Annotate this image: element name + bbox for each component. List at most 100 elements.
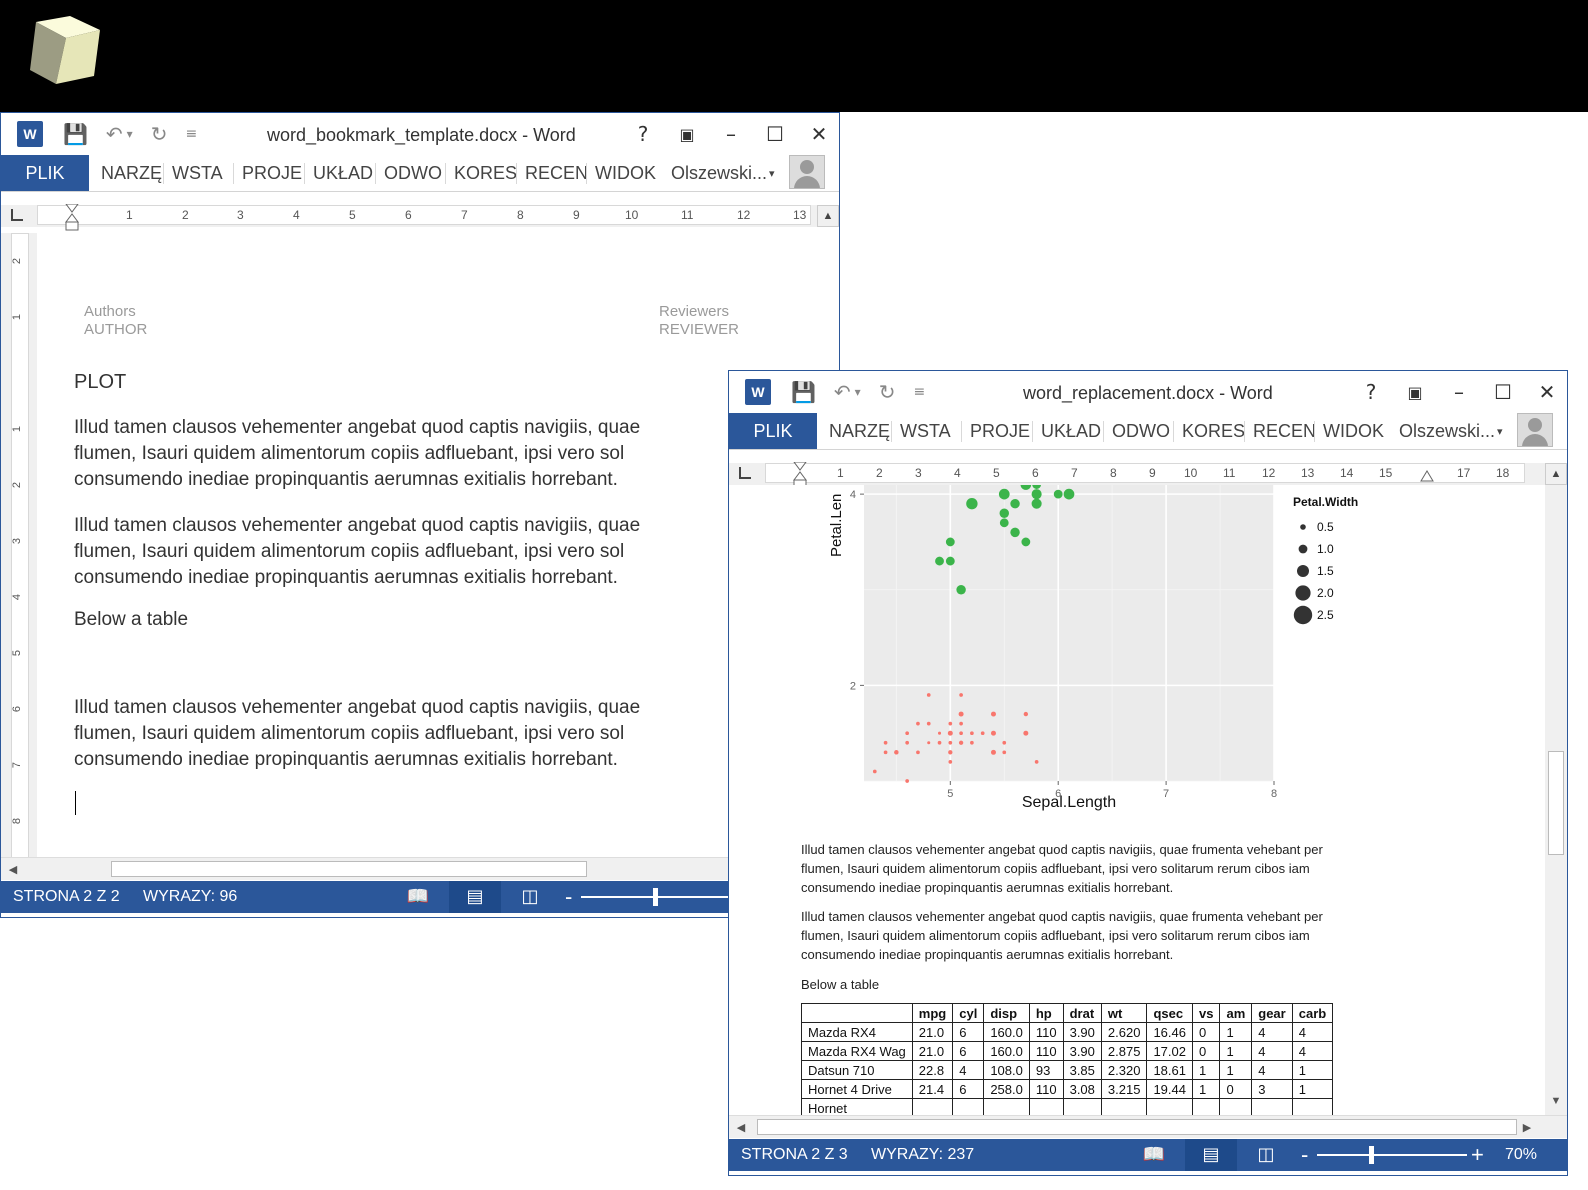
table-header-row: mpg cyl disp hp drat wt qsec vs am gear carb — [801, 1003, 1334, 1023]
zoom-slider[interactable] — [1317, 1154, 1467, 1156]
avatar[interactable] — [789, 155, 825, 189]
undo-dropdown-icon[interactable]: ▾ — [127, 127, 133, 141]
zoom-out-button[interactable]: - — [1301, 1142, 1308, 1168]
tab-recenzja[interactable]: RECEN — [516, 163, 588, 184]
table-cell — [1146, 1098, 1193, 1115]
minimize-icon[interactable]: – — [1437, 377, 1481, 407]
save-icon[interactable]: 💾 — [791, 380, 816, 404]
table-cell: 1 — [1291, 1060, 1334, 1080]
ruler-number: 8 — [517, 208, 524, 222]
scroll-down-icon[interactable]: ▼ — [1548, 1093, 1564, 1109]
zoom-level[interactable]: 70% — [1505, 1146, 1537, 1164]
read-mode-icon[interactable]: 📖 — [407, 886, 429, 907]
tab-odwolania[interactable]: ODWO — [1103, 421, 1170, 442]
table-cell: Mazda RX4 — [801, 1022, 913, 1042]
print-layout-button[interactable]: ▤ — [449, 881, 501, 913]
read-mode-icon[interactable]: 📖 — [1143, 1144, 1165, 1165]
web-layout-icon[interactable]: ◫ — [519, 886, 541, 907]
tab-korespondencja[interactable]: KORES — [1173, 421, 1245, 442]
ruler-number: 10 — [625, 208, 639, 222]
maximize-icon[interactable]: ☐ — [753, 119, 797, 149]
redo-icon[interactable]: ↻ — [151, 122, 168, 146]
tab-file[interactable]: PLIK — [729, 413, 817, 449]
help-icon[interactable]: ? — [621, 119, 665, 149]
tab-widok[interactable]: WIDOK — [1314, 421, 1384, 442]
tab-file[interactable]: PLIK — [1, 155, 89, 191]
tab-widok[interactable]: WIDOK — [586, 163, 656, 184]
scroll-left-icon[interactable]: ◀ — [733, 1119, 749, 1135]
user-name[interactable]: Olszewski... — [1399, 421, 1495, 442]
indent-marker-icon[interactable] — [64, 204, 80, 232]
document-page[interactable]: Authors AUTHOR Reviewers REVIEWER PLOT I… — [41, 231, 817, 865]
horizontal-ruler-bar: 1 2 3 4 5 6 7 8 9 10 11 12 13 — [1, 204, 839, 231]
tab-selector-icon[interactable] — [11, 209, 23, 221]
avatar[interactable] — [1517, 413, 1553, 447]
user-dropdown-icon[interactable]: ▾ — [1497, 425, 1503, 438]
help-icon[interactable]: ? — [1349, 377, 1393, 407]
zoom-slider-thumb[interactable] — [1369, 1146, 1374, 1164]
document-page[interactable]: Petal.Len Sepal.Length 5678 24 Petal.Wid… — [729, 485, 1545, 1115]
tab-recenzja[interactable]: RECEN — [1244, 421, 1316, 442]
tab-projektowanie[interactable]: PROJE — [961, 421, 1030, 442]
tab-korespondencja[interactable]: KORES — [445, 163, 517, 184]
scroll-thumb[interactable] — [757, 1119, 1517, 1135]
tab-narzedzia[interactable]: NARZĘ — [829, 421, 890, 442]
user-name[interactable]: Olszewski... — [671, 163, 767, 184]
ribbon-display-options-icon[interactable]: ▣ — [665, 119, 709, 149]
legend-key — [1297, 565, 1309, 577]
close-icon[interactable]: ✕ — [1525, 377, 1567, 407]
table-cell — [952, 1098, 985, 1115]
minimize-icon[interactable]: – — [709, 119, 753, 149]
ruler-number: 8 — [1110, 466, 1117, 480]
maximize-icon[interactable]: ☐ — [1481, 377, 1525, 407]
print-layout-button[interactable]: ▤ — [1185, 1139, 1237, 1171]
tab-uklad[interactable]: UKŁAD — [1032, 421, 1101, 442]
vertical-ruler[interactable]: 2 1 1 2 3 4 5 6 7 8 — [1, 233, 37, 863]
undo-icon[interactable]: ↶ — [106, 122, 123, 146]
table-cell — [1219, 1098, 1253, 1115]
word-count[interactable]: WYRAZY: 237 — [871, 1146, 974, 1164]
page-count[interactable]: STRONA 2 Z 2 — [13, 888, 120, 906]
undo-dropdown-icon[interactable]: ▾ — [855, 385, 861, 399]
table-cell: 3.90 — [1062, 1022, 1102, 1042]
horizontal-ruler[interactable]: 1 2 3 4 5 6 7 8 9 10 11 12 13 14 15 17 1… — [765, 462, 1525, 489]
redo-icon[interactable]: ↻ — [879, 380, 896, 404]
ribbon-display-options-icon[interactable]: ▣ — [1393, 377, 1437, 407]
scroll-right-icon[interactable]: ▶ — [1519, 1119, 1535, 1135]
tab-projektowanie[interactable]: PROJE — [233, 163, 302, 184]
user-dropdown-icon[interactable]: ▾ — [769, 167, 775, 180]
horizontal-ruler[interactable]: 1 2 3 4 5 6 7 8 9 10 11 12 13 — [37, 204, 811, 231]
close-icon[interactable]: ✕ — [797, 119, 839, 149]
data-point — [959, 731, 963, 736]
web-layout-icon[interactable]: ◫ — [1255, 1144, 1277, 1165]
tab-selector-icon[interactable] — [739, 467, 751, 479]
ruler-number: 7 — [1071, 466, 1078, 480]
table-cell: 3.215 — [1100, 1079, 1148, 1099]
customize-toolbar-icon[interactable]: ≡ — [913, 384, 925, 400]
zoom-out-button[interactable]: - — [565, 884, 572, 910]
tab-odwolania[interactable]: ODWO — [375, 163, 442, 184]
tab-uklad[interactable]: UKŁAD — [304, 163, 373, 184]
table-cell — [1062, 1098, 1102, 1115]
scroll-thumb[interactable] — [1548, 751, 1564, 855]
save-icon[interactable]: 💾 — [63, 122, 88, 146]
horizontal-scrollbar[interactable]: ◀ — [1, 857, 839, 880]
scroll-up-button[interactable]: ▲ — [1545, 463, 1567, 485]
tab-narzedzia[interactable]: NARZĘ — [101, 163, 162, 184]
page-count[interactable]: STRONA 2 Z 3 — [741, 1146, 848, 1164]
word-window-bookmark-template: W 💾 ↶ ▾ ↻ ≡ word_bookmark_template.docx … — [0, 112, 840, 918]
customize-toolbar-icon[interactable]: ≡ — [185, 126, 197, 142]
scroll-thumb[interactable] — [111, 861, 587, 877]
horizontal-scrollbar[interactable]: ◀ ▶ — [729, 1115, 1567, 1138]
scroll-left-icon[interactable]: ◀ — [5, 861, 21, 877]
zoom-slider[interactable] — [581, 896, 741, 898]
word-count[interactable]: WYRAZY: 96 — [143, 888, 237, 906]
right-indent-marker-icon[interactable] — [1420, 470, 1434, 482]
zoom-in-button[interactable]: + — [1471, 1142, 1484, 1168]
scroll-up-button[interactable]: ▲ — [817, 205, 839, 227]
undo-icon[interactable]: ↶ — [834, 380, 851, 404]
zoom-slider-thumb[interactable] — [653, 888, 658, 906]
tab-wstawianie[interactable]: WSTA — [891, 421, 951, 442]
tab-wstawianie[interactable]: WSTA — [163, 163, 223, 184]
vertical-scrollbar[interactable]: ▼ — [1544, 485, 1567, 1115]
